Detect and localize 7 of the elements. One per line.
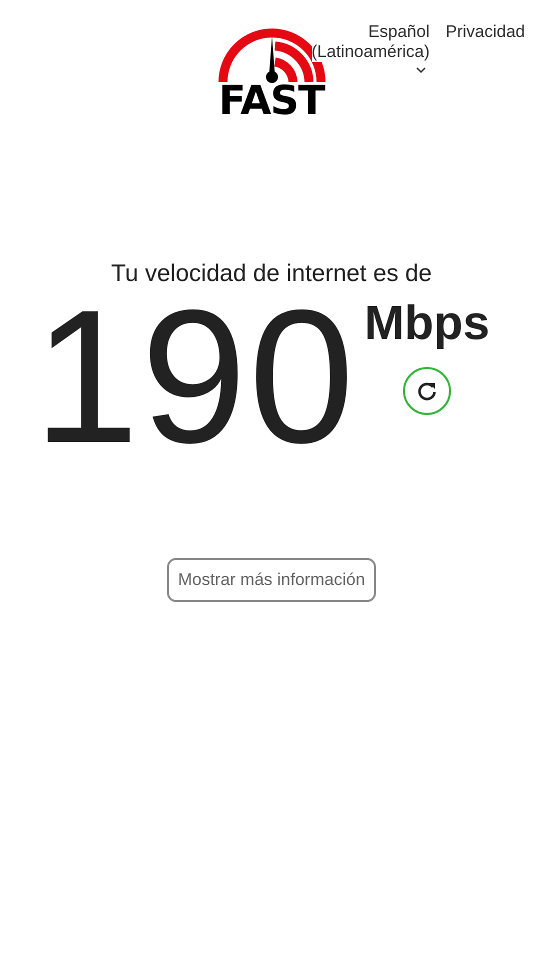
speed-value: 190 [33, 292, 356, 462]
speed-unit: Mbps [364, 296, 490, 351]
logo-wordmark: FAST [218, 82, 324, 120]
speed-heading: Tu velocidad de internet es de [111, 260, 432, 288]
language-region[interactable]: (Latinoamérica) [312, 42, 430, 62]
language-link[interactable]: Español [368, 22, 430, 42]
more-info-button[interactable]: Mostrar más información [166, 558, 376, 602]
